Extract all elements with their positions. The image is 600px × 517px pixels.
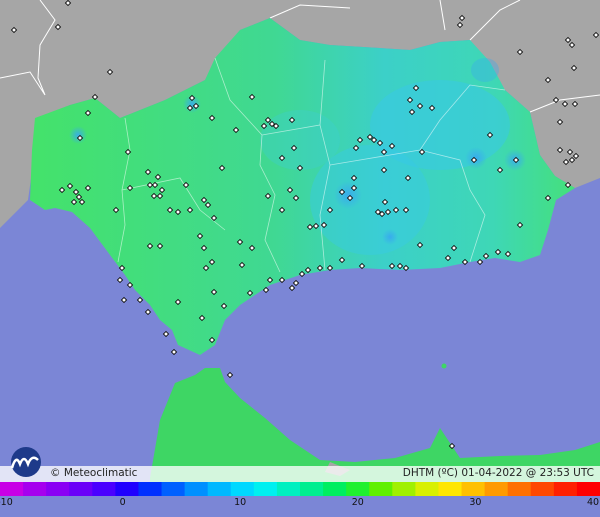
scale-segment <box>392 482 416 496</box>
scale-tick-label: -10 <box>0 497 13 508</box>
scale-segment <box>23 482 47 496</box>
scale-segment <box>300 482 324 496</box>
scale-segment <box>0 482 24 496</box>
scale-tick-label: 20 <box>351 497 364 508</box>
timestamp: DHTM (ºC) 01-04-2022 @ 23:53 UTC <box>403 467 594 479</box>
variable-label: DHTM (ºC) <box>402 467 459 479</box>
meteoclimatic-logo <box>10 447 41 477</box>
scale-segment <box>184 482 209 496</box>
time-label: 23:53 UTC <box>539 467 594 479</box>
scale-segment <box>346 482 370 496</box>
temperature-map <box>0 0 600 517</box>
scale-segment <box>369 482 393 496</box>
scale-segment <box>276 482 301 496</box>
scale-segment <box>530 482 555 496</box>
date-label: 01-04-2022 <box>461 467 523 479</box>
scale-segment <box>69 482 93 496</box>
scale-segment <box>415 482 440 496</box>
scale-tick-label: 40 <box>586 497 600 508</box>
scale-segment <box>323 482 347 496</box>
scale-segment <box>576 482 600 496</box>
scale-tick-label: 30 <box>469 497 482 508</box>
scale-segment <box>46 482 70 496</box>
scale-segment <box>230 482 255 496</box>
scale-segment <box>484 482 509 496</box>
scale-segment <box>138 482 163 496</box>
scale-segment <box>92 482 116 496</box>
color-scale <box>0 482 600 496</box>
at-label: @ <box>525 467 537 479</box>
scale-segment <box>253 482 278 496</box>
scale-tick-label: 0 <box>119 497 126 508</box>
scale-segment <box>161 482 186 496</box>
scale-segment <box>115 482 140 496</box>
island <box>441 363 447 369</box>
credit-text: © Meteoclimatic <box>50 467 138 479</box>
scale-tick-label: 10 <box>234 497 247 508</box>
scale-segment <box>438 482 463 496</box>
scale-segment <box>461 482 486 496</box>
scale-segment <box>507 482 532 496</box>
scale-segment <box>207 482 232 496</box>
scale-segment <box>553 482 578 496</box>
